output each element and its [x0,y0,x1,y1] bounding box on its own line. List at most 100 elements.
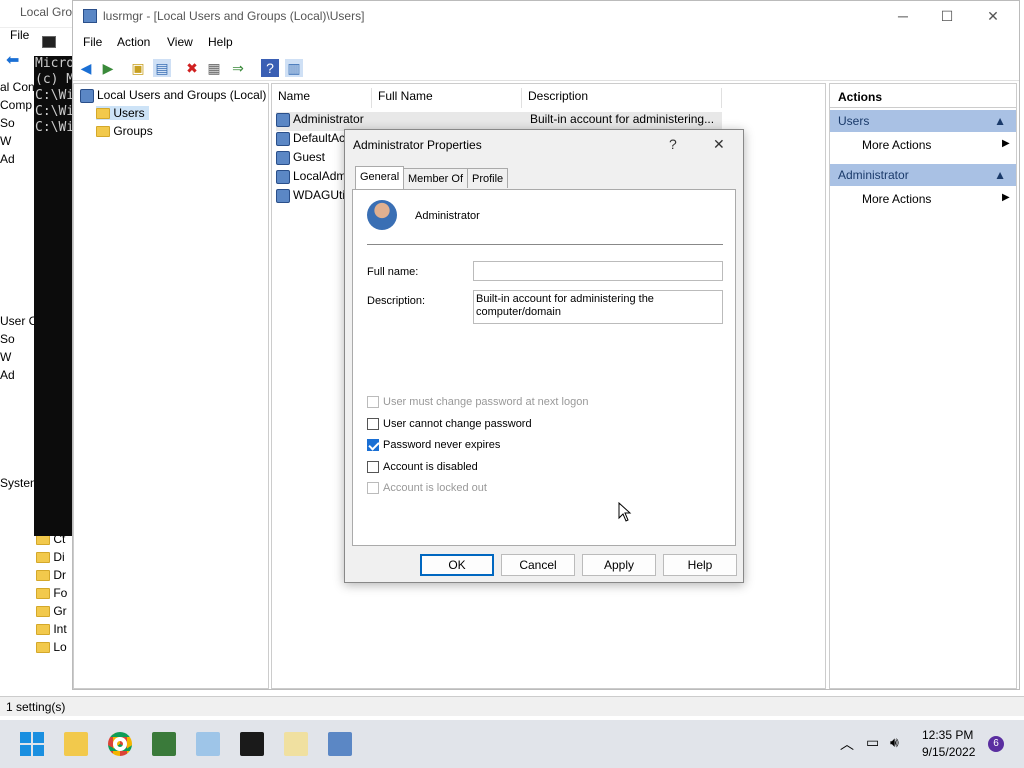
volume-icon[interactable]: 🔊︎ [890,734,899,751]
tab-member-of[interactable]: Member Of [403,168,469,188]
performance-monitor-icon[interactable] [196,732,220,756]
up-folder-icon[interactable]: ▣ [129,59,147,77]
menu-file-bg[interactable]: File [10,28,29,42]
collapse-icon[interactable]: ▲ [994,110,1006,132]
ok-button[interactable]: OK [420,554,494,576]
bg-tree-item[interactable] [0,296,36,314]
bg-tree-item[interactable]: Ad [0,152,36,170]
bg-tree-item[interactable] [0,404,36,422]
bg-tree-sub-item[interactable]: Int [36,622,72,640]
column-description[interactable]: Description [522,88,722,108]
delete-icon[interactable]: ✖ [183,59,201,77]
menu-help[interactable]: Help [208,35,233,49]
group-policy-app-icon[interactable] [152,732,176,756]
forward-icon[interactable]: ▶ [99,59,117,77]
bg-tree-sub-item[interactable]: Dr [36,568,72,586]
actions-header-users[interactable]: Users ▲ [830,110,1016,132]
show-tree-icon[interactable]: ▤ [153,59,171,77]
table-row[interactable]: Guest [276,150,325,169]
notepad-icon[interactable] [284,732,308,756]
tab-general[interactable]: General [355,166,405,189]
back-icon[interactable]: ◀ [77,59,95,77]
bg-tree-item[interactable]: Ad [0,368,36,386]
checkbox-row[interactable]: Account is disabled [367,461,478,473]
bg-tree-item[interactable]: W [0,350,36,368]
bg-tree-item[interactable] [0,242,36,260]
bg-tree-item[interactable] [0,188,36,206]
export-icon[interactable]: ⇒ [229,59,247,77]
bg-tree-item[interactable] [0,440,36,458]
action-pane-icon[interactable]: ▥ [285,59,303,77]
dialog-help-button[interactable]: ? [669,136,677,152]
file-explorer-icon[interactable] [64,732,88,756]
collapse-icon[interactable]: ▲ [994,164,1006,186]
bg-tree-item[interactable]: W [0,134,36,152]
maximize-button[interactable]: ☐ [925,5,969,27]
actions-title: Actions [830,86,1016,108]
notification-badge[interactable]: 6 [988,736,1004,752]
bg-tree-sub-item[interactable]: Lo [36,640,72,658]
properties-icon[interactable]: ▦ [205,59,223,77]
back-arrow-icon[interactable]: ⬅ [6,50,19,70]
checkbox[interactable] [367,417,379,430]
more-actions-administrator[interactable]: More Actions [862,192,931,206]
console-window[interactable]: Micro (c) M C:\Wi C:\Wi C:\Wi [34,56,74,536]
menu-view[interactable]: View [167,35,193,49]
bg-tree-item[interactable]: So [0,116,36,134]
tree-item-users[interactable]: Users [96,106,149,120]
checkbox-row[interactable]: Password never expires [367,439,500,452]
menu-file[interactable]: File [83,35,102,49]
bg-tree-item[interactable]: So [0,332,36,350]
terminal-icon[interactable] [240,732,264,756]
clock-date[interactable]: 9/15/2022 [922,745,975,759]
chevron-up-icon[interactable]: ︿ [840,734,854,754]
more-actions-users[interactable]: More Actions [862,138,931,152]
actions-header-administrator[interactable]: Administrator ▲ [830,164,1016,186]
checkbox[interactable] [367,460,379,473]
network-icon[interactable]: ▭ [866,734,879,751]
bg-tree-item[interactable]: Systen [0,476,36,494]
minimize-button[interactable]: ─ [881,5,925,27]
bg-tree-item[interactable] [0,422,36,440]
column-name[interactable]: Name [272,88,372,108]
bg-tree-item[interactable] [0,224,36,242]
lusrmgr-taskbar-icon[interactable] [328,732,352,756]
bg-tree-item[interactable]: Comp [0,98,36,116]
bg-tree-item[interactable]: User C [0,314,36,332]
tab-profile[interactable]: Profile [467,168,509,188]
checkbox-checked[interactable] [367,439,379,452]
help-icon[interactable]: ? [261,59,279,77]
table-row[interactable]: WDAGUti [276,188,345,207]
bg-tree-item[interactable]: al Con [0,80,36,98]
bg-tree-item[interactable] [0,170,36,188]
bg-tree-item[interactable] [0,206,36,224]
menu-action[interactable]: Action [117,35,150,49]
chrome-icon[interactable] [108,732,132,756]
bg-tree-sub-item[interactable]: Gr [36,604,72,622]
bg-tree-sub-item[interactable]: Fo [36,586,72,604]
clock-time[interactable]: 12:35 PM [922,728,973,742]
bg-tree-item[interactable] [0,260,36,278]
table-row[interactable]: DefaultAc [276,131,345,150]
bg-tree-sub-item[interactable]: Di [36,550,72,568]
apply-button[interactable]: Apply [582,554,656,576]
table-row[interactable]: LocalAdm [276,169,346,188]
bg-tree-item[interactable] [0,386,36,404]
start-button[interactable] [20,732,44,756]
checkbox-row[interactable]: User cannot change password [367,418,532,430]
tree-item-groups[interactable]: Groups [96,124,153,138]
properties-dialog: Administrator Properties ? ✕ General Mem… [344,129,744,583]
full-name-field[interactable] [473,261,723,281]
bg-tree-item[interactable] [0,458,36,476]
close-button[interactable]: ✕ [971,5,1015,27]
checkbox-label: User cannot change password [383,417,532,430]
description-field[interactable]: Built-in account for administering the c… [473,290,723,324]
column-full-name[interactable]: Full Name [372,88,522,108]
help-button[interactable]: Help [663,554,737,576]
dialog-close-button[interactable]: ✕ [713,136,725,153]
bg-tree-item[interactable] [0,278,36,296]
console-line: C:\Wi [35,120,74,135]
folder-icon [36,570,50,582]
cancel-button[interactable]: Cancel [501,554,575,576]
tree-root[interactable]: Local Users and Groups (Local) [80,88,266,103]
